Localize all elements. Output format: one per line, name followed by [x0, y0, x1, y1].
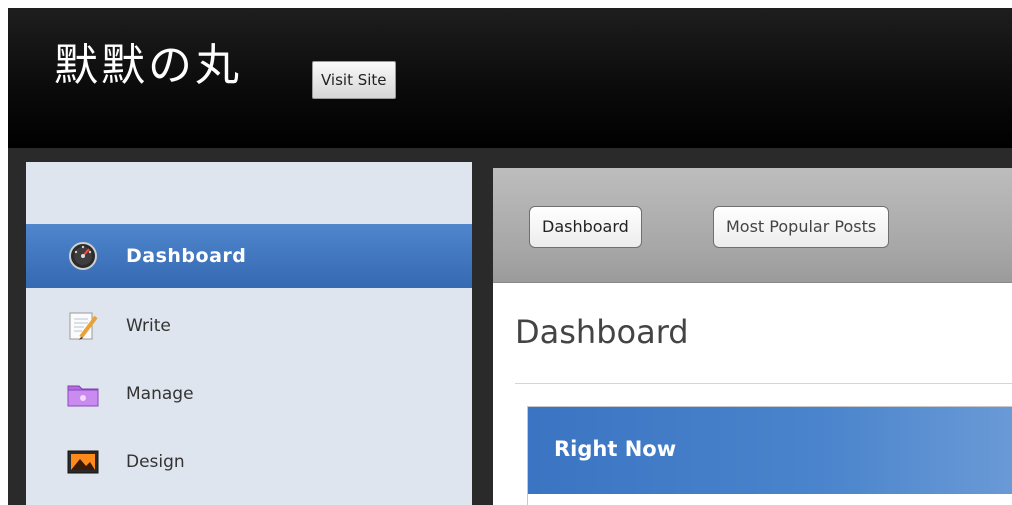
visit-site-button[interactable]: Visit Site: [312, 61, 396, 99]
widget-header: Right Now: [528, 407, 1012, 494]
sidebar-menu: Dashboard Write Manage Design: [26, 162, 472, 505]
sidebar-item-label: Write: [126, 316, 171, 336]
sidebar-item-manage[interactable]: Manage: [26, 362, 472, 426]
site-title: 默默の丸: [54, 40, 242, 91]
write-notepad-icon: [66, 311, 100, 341]
sidebar-item-label: Manage: [126, 384, 194, 404]
title-divider: [515, 383, 1012, 384]
design-image-icon: [66, 447, 100, 477]
tab-dashboard[interactable]: Dashboard: [529, 206, 642, 248]
main-content: Dashboard Most Popular Posts Dashboard R…: [493, 168, 1012, 505]
dashboard-tabbar: Dashboard Most Popular Posts: [493, 168, 1012, 283]
sidebar-item-dashboard[interactable]: Dashboard: [26, 224, 472, 288]
tab-most-popular-posts[interactable]: Most Popular Posts: [713, 206, 890, 248]
sidebar-item-label: Dashboard: [126, 245, 247, 267]
site-header: 默默の丸 Visit Site: [8, 8, 1012, 148]
sidebar-item-label: Design: [126, 452, 185, 472]
sidebar-item-write[interactable]: Write: [26, 294, 472, 358]
widget-title: Right Now: [554, 437, 677, 461]
manage-folder-icon: [66, 379, 100, 409]
page-title: Dashboard: [515, 313, 689, 351]
sidebar-item-design[interactable]: Design: [26, 430, 472, 494]
right-now-widget: Right Now: [527, 406, 1012, 505]
app-frame: 默默の丸 Visit Site Dashboard Write Manage D…: [8, 8, 1012, 505]
dashboard-gauge-icon: [66, 241, 100, 271]
